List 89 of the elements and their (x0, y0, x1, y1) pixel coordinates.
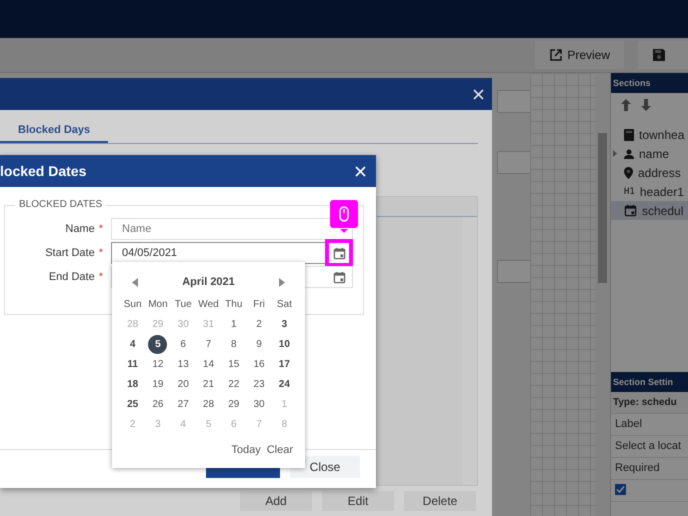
calendar-day[interactable]: 30 (250, 394, 269, 414)
calendar-day[interactable]: 15 (224, 354, 244, 374)
field-label: Start Date (45, 247, 95, 259)
month-title[interactable]: April 2021 (182, 276, 235, 288)
checkbox[interactable] (615, 484, 626, 495)
weekday-label: Sun (124, 298, 142, 310)
calendar-day[interactable]: 28 (198, 394, 218, 414)
tree-item[interactable]: address (611, 163, 688, 182)
calendar-day[interactable]: 27 (174, 394, 193, 414)
item-label: schedul (642, 204, 684, 218)
calendar-day[interactable]: 26 (148, 394, 168, 414)
required-mark: * (98, 223, 103, 235)
calendar-day[interactable]: 14 (198, 354, 218, 374)
tab[interactable]: Blocked Days (0, 118, 108, 143)
calendar-day[interactable]: 7 (198, 334, 218, 354)
calendar-day[interactable]: 11 (123, 354, 142, 374)
input-field[interactable]: Name (111, 218, 353, 240)
tree-item[interactable]: H1 header1 (611, 182, 688, 201)
calendar-day[interactable]: 20 (174, 374, 193, 394)
calendar-day[interactable]: 4 (123, 334, 142, 354)
calendar-day[interactable]: 3 (274, 314, 294, 334)
action-button[interactable]: Edit (322, 491, 394, 511)
calendar-day[interactable]: 18 (123, 374, 142, 394)
action-button[interactable]: Add (240, 491, 312, 511)
down-arrow-icon[interactable] (641, 99, 651, 111)
map-pin-icon (624, 166, 633, 178)
setting-label: Label (611, 414, 688, 436)
field-label: End Date (48, 271, 95, 283)
person-icon (624, 148, 634, 158)
calendar-link[interactable]: Clear (266, 444, 293, 456)
required-mark: * (98, 247, 103, 259)
required-mark: * (98, 271, 103, 283)
caret-icon[interactable] (613, 150, 617, 157)
tree-item[interactable]: schedul (611, 201, 688, 220)
calendar-day[interactable]: 13 (174, 354, 193, 374)
setting-label: Required (611, 458, 688, 480)
weekday-label: Sat (276, 298, 292, 310)
panel-title: Sections (611, 73, 688, 93)
calendar-link[interactable]: Today (231, 444, 261, 456)
calendar-day[interactable]: 5 (148, 334, 168, 354)
calendar-day[interactable]: 2 (250, 314, 269, 334)
calendar-day[interactable]: 19 (148, 374, 168, 394)
calendar-day[interactable]: 1 (224, 314, 244, 334)
weekday-label: Fri (253, 298, 265, 310)
calendar-day[interactable]: 29 (224, 394, 244, 414)
calendar-icon[interactable] (331, 269, 347, 285)
weekday-label: Tue (174, 298, 192, 310)
weekday-label: Mon (148, 298, 168, 310)
item-label: townhea (639, 128, 684, 142)
input-field (497, 90, 530, 113)
calendar-day[interactable]: 16 (250, 354, 269, 374)
input-field (497, 151, 530, 174)
save-button[interactable] (638, 41, 688, 69)
section-type: Type: schedu (611, 392, 688, 414)
calendar-day[interactable]: 6 (174, 334, 193, 354)
weekday-label: Thu (225, 298, 242, 310)
calendar-day[interactable]: 21 (198, 374, 218, 394)
dialog-title: locked Dates (0, 163, 86, 179)
calendar-day[interactable]: 23 (250, 374, 269, 394)
field-label: Name (65, 223, 95, 235)
tree-item[interactable]: townhea (611, 125, 688, 144)
item-label: name (639, 146, 670, 160)
calendar-day[interactable]: 10 (274, 334, 294, 354)
external-link-icon (549, 48, 564, 62)
up-arrow-icon[interactable] (621, 99, 631, 111)
calendar-icon (624, 204, 637, 217)
action-button[interactable]: Delete (404, 491, 476, 511)
calendar-day[interactable]: 25 (123, 394, 142, 414)
input-field (497, 260, 530, 283)
tree-item[interactable]: name (611, 144, 688, 163)
item-label: header1 (640, 184, 684, 198)
calendar-day[interactable]: 8 (224, 334, 244, 354)
mouse-icon (339, 206, 349, 222)
close-icon[interactable] (473, 88, 484, 100)
panel-title: Section Settin (611, 372, 688, 392)
calendar-day[interactable]: 24 (274, 374, 294, 394)
next-month-icon[interactable] (279, 278, 285, 286)
setting-label: Select a locat (611, 436, 688, 458)
heading-label: H1 (624, 186, 635, 196)
fieldset-legend: BLOCKED DATES (15, 199, 106, 210)
item-label: address (638, 166, 681, 180)
calendar-day[interactable]: 12 (148, 354, 168, 374)
calculator-icon (624, 128, 634, 140)
weekday-label: Wed (198, 298, 219, 310)
calendar-day[interactable]: 17 (274, 354, 294, 374)
preview-button[interactable]: Preview (535, 41, 624, 69)
calendar-day[interactable]: 9 (250, 334, 269, 354)
previous-month-icon[interactable] (132, 278, 138, 286)
calendar-day[interactable]: 22 (224, 374, 244, 394)
